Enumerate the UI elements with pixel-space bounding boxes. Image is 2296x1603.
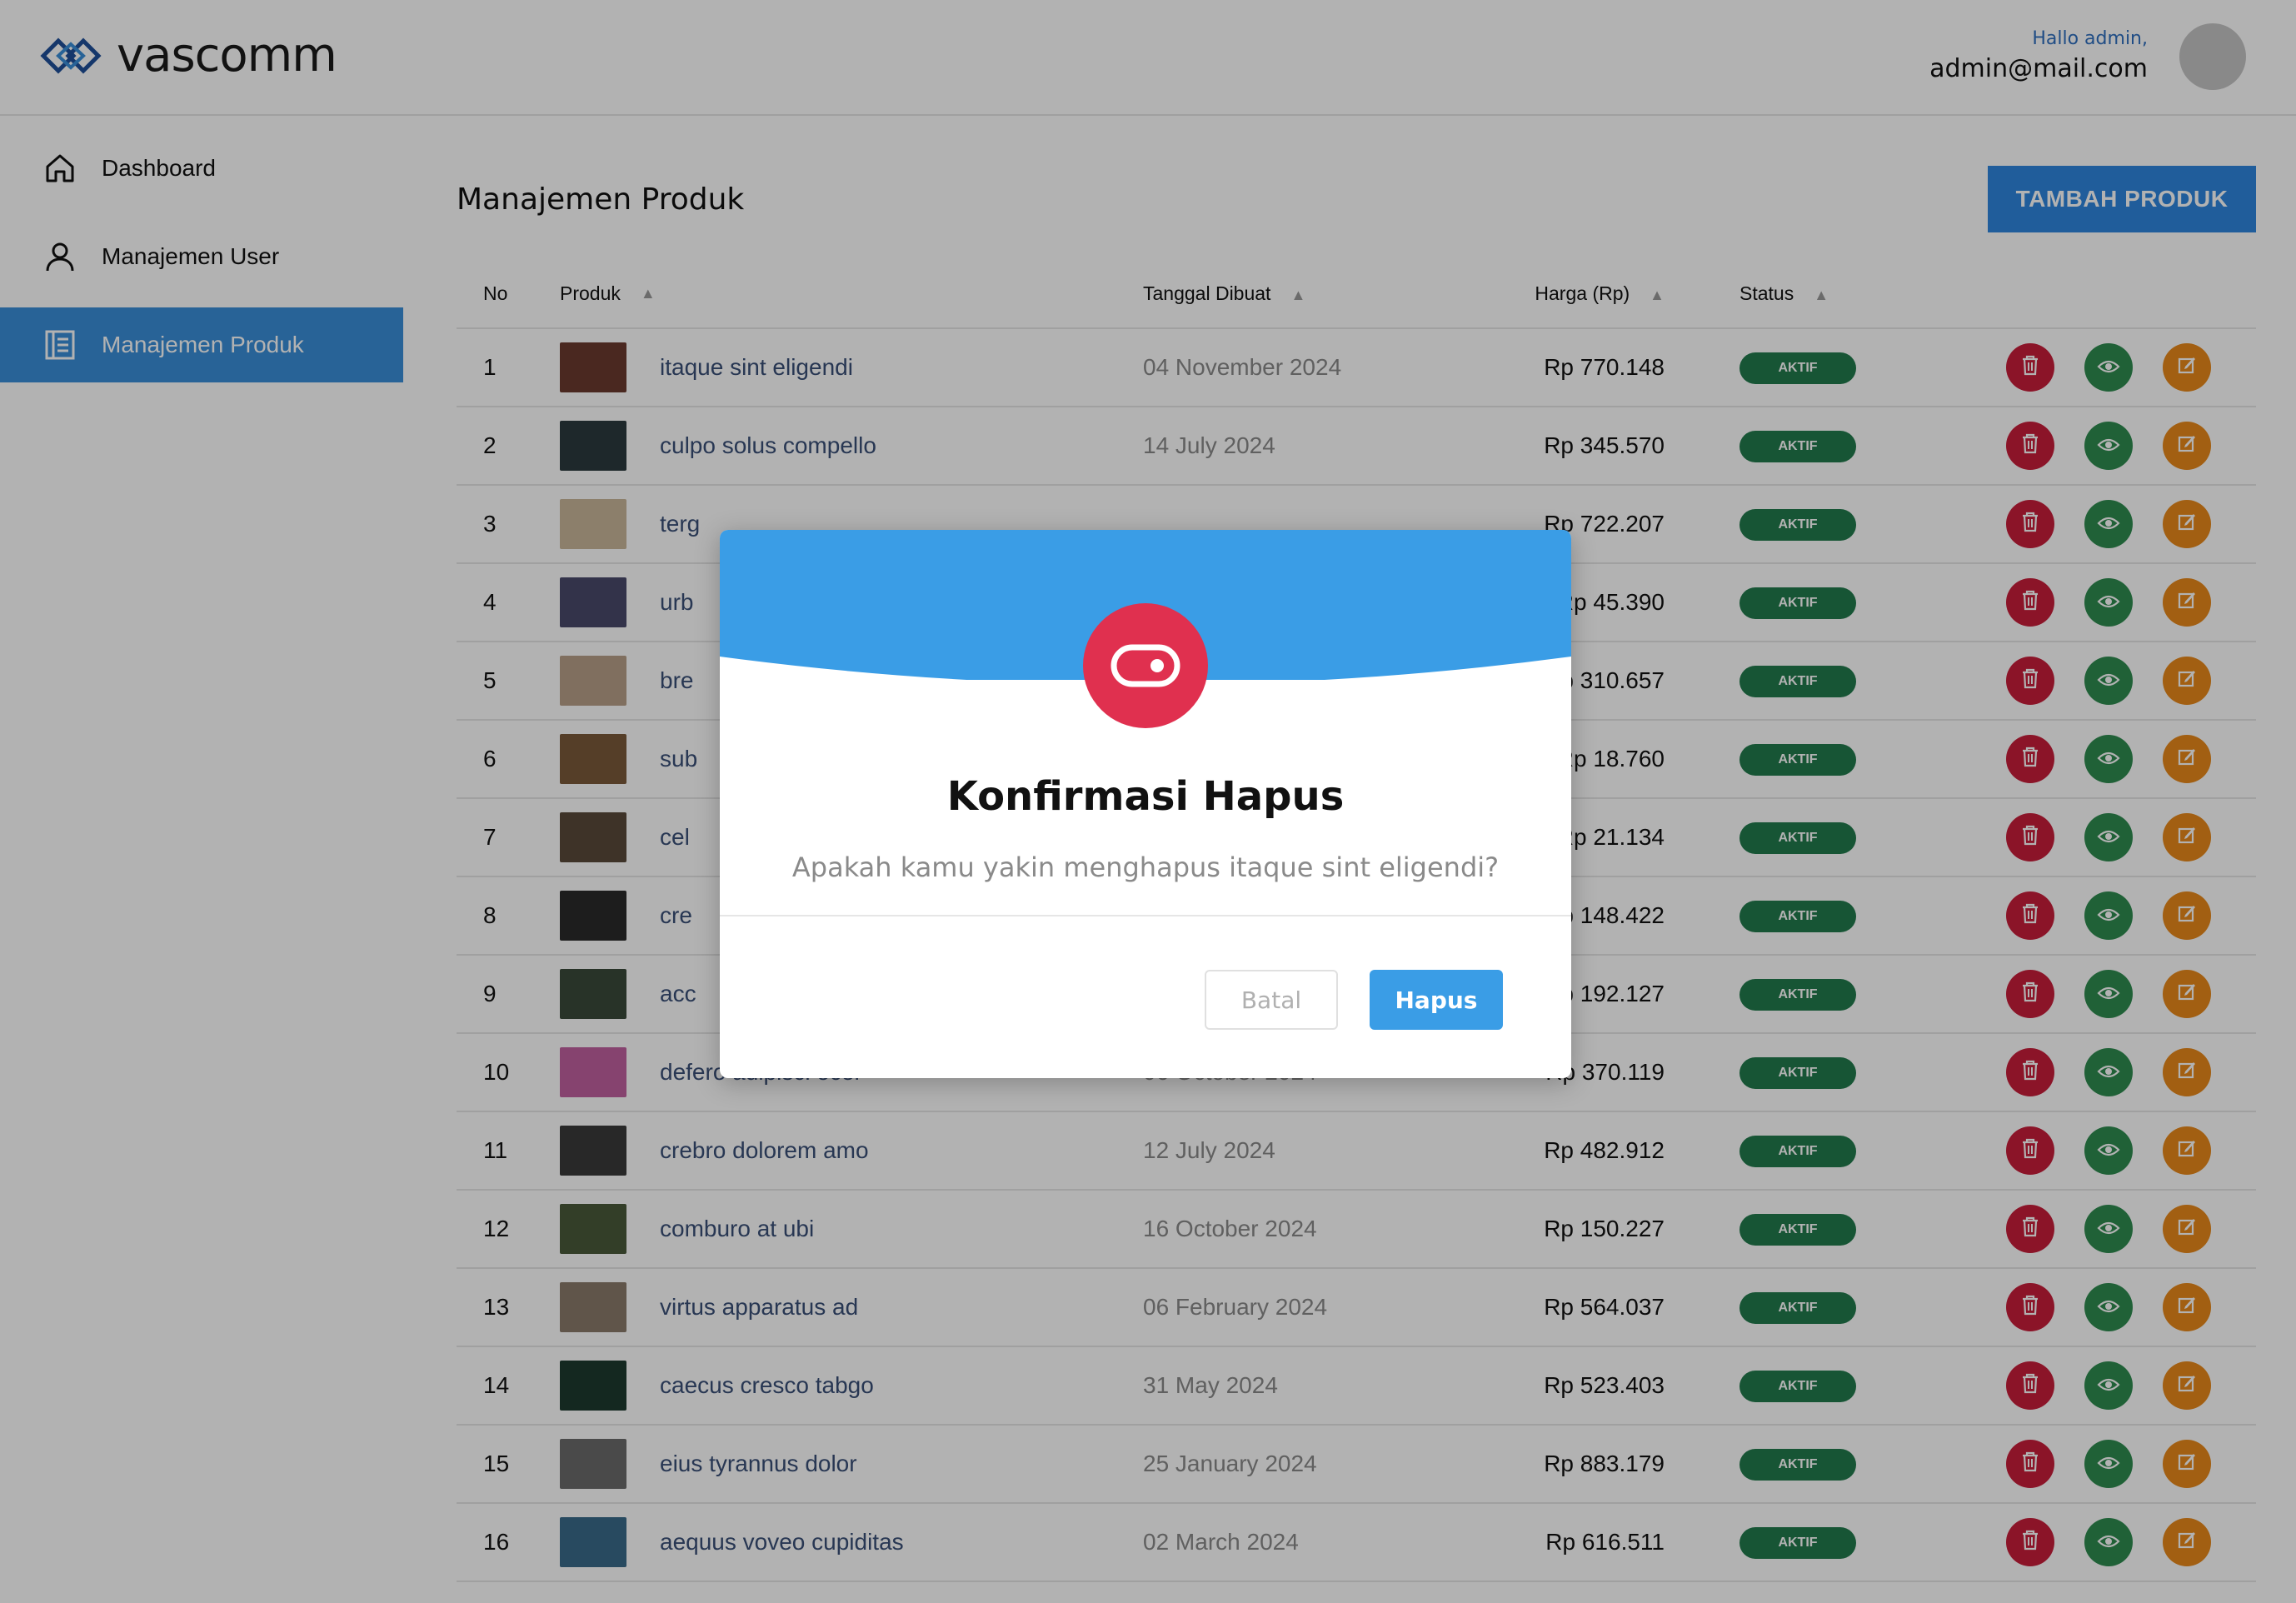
confirm-delete-button[interactable]: Hapus [1370,970,1503,1030]
modal-message: Apakah kamu yakin menghapus itaque sint … [791,851,1500,883]
modal-divider [720,915,1571,916]
modal-title: Konfirmasi Hapus [946,773,1345,820]
delete-confirm-modal: Konfirmasi Hapus Apakah kamu yakin mengh… [720,530,1571,1078]
cancel-button[interactable]: Batal [1205,970,1338,1030]
toggle-icon [1083,603,1208,728]
